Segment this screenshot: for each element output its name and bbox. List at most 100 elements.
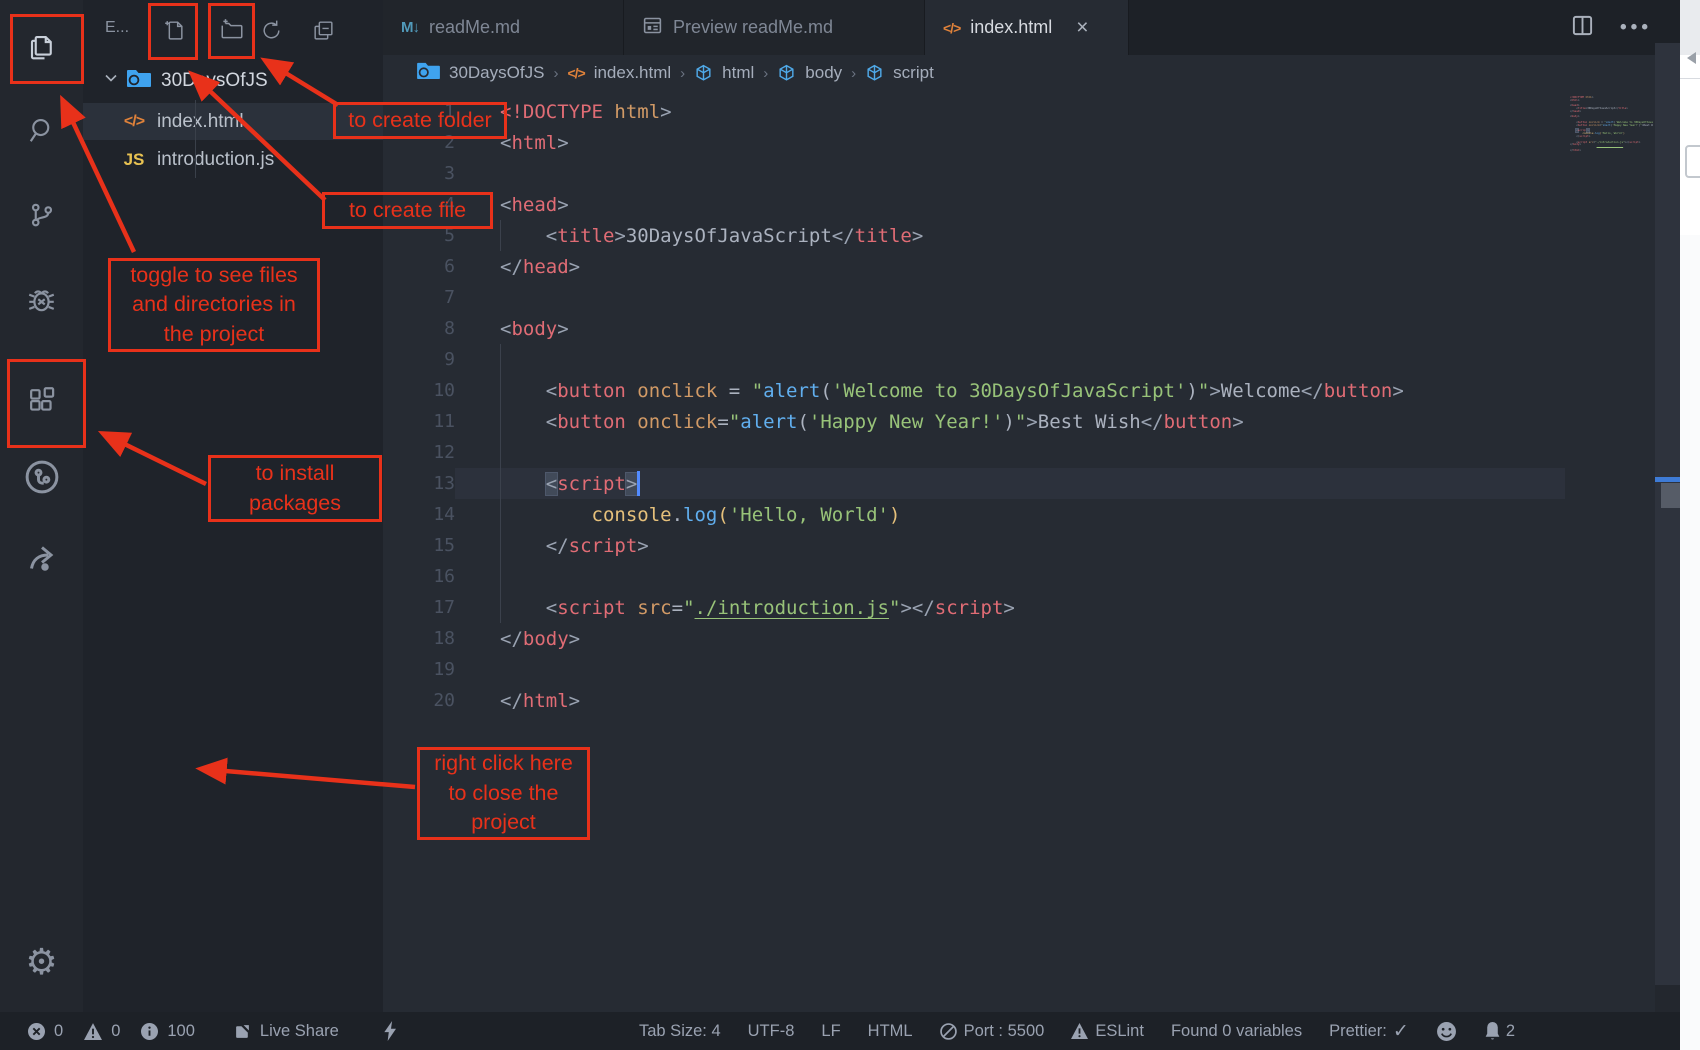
code-line-2[interactable]: 2<html> bbox=[383, 127, 1565, 158]
tab-size[interactable]: Tab Size: 4 bbox=[639, 1022, 721, 1041]
warning-count[interactable]: 0 bbox=[111, 1022, 120, 1041]
info-count[interactable]: 100 bbox=[167, 1022, 195, 1041]
code-editor[interactable]: 1<!DOCTYPE html>2<html>34<head>5 <title>… bbox=[383, 91, 1655, 1012]
line-content: <!DOCTYPE html> bbox=[455, 96, 1565, 127]
code-line-9[interactable]: 9 bbox=[383, 344, 1565, 375]
explorer-title: E... bbox=[105, 19, 129, 37]
line-content: </html> bbox=[1567, 149, 1653, 152]
tab-index-html[interactable]: </> index.html × bbox=[925, 0, 1129, 55]
background-window-divider bbox=[1680, 78, 1700, 79]
code-line-8[interactable]: 8<body> bbox=[383, 313, 1565, 344]
code-line-5[interactable]: 5 <title>30DaysOfJavaScript</title> bbox=[383, 220, 1565, 251]
line-content bbox=[455, 561, 1565, 592]
line-number: 17 bbox=[383, 597, 455, 618]
run-debug-icon[interactable] bbox=[0, 267, 83, 333]
code-line-13[interactable]: 13 <script> bbox=[383, 468, 1565, 499]
errors-icon[interactable] bbox=[28, 1023, 45, 1040]
tab-label: index.html bbox=[970, 17, 1052, 38]
more-actions-icon[interactable]: ••• bbox=[1620, 17, 1652, 39]
tree-root-folder[interactable]: 30DaysOfJS bbox=[83, 62, 383, 100]
code-line-7[interactable]: 7 bbox=[383, 282, 1565, 313]
prettier-status[interactable]: Prettier: ✓ bbox=[1329, 1020, 1409, 1043]
code-line-19[interactable]: 19 bbox=[383, 654, 1565, 685]
breadcrumb-body[interactable]: body bbox=[805, 63, 842, 83]
lightning-icon[interactable] bbox=[384, 1021, 398, 1041]
code-line-10[interactable]: 10 <button onclick = "alert('Welcome to … bbox=[383, 375, 1565, 406]
close-tab-icon[interactable]: × bbox=[1076, 16, 1088, 40]
annotation-close-project: right click here to close the project bbox=[417, 747, 590, 840]
code-line-4[interactable]: 4<head> bbox=[383, 189, 1565, 220]
variables-status[interactable]: Found 0 variables bbox=[1171, 1022, 1302, 1041]
line-content: <script> bbox=[455, 468, 1565, 499]
line-content bbox=[455, 437, 1565, 468]
breadcrumb-file[interactable]: index.html bbox=[594, 63, 671, 83]
search-icon[interactable] bbox=[0, 97, 83, 163]
info-icon[interactable] bbox=[141, 1023, 158, 1040]
line-number: 18 bbox=[383, 628, 455, 649]
line-number: 15 bbox=[383, 535, 455, 556]
symbol-cube-icon bbox=[865, 64, 884, 83]
vscode-window: ⚙ E... 30DaysOfJS bbox=[0, 0, 1700, 1050]
line-content bbox=[455, 158, 1565, 189]
annotation-highlight-new-file bbox=[148, 3, 198, 60]
warnings-icon[interactable] bbox=[84, 1023, 102, 1040]
scrollbar-track[interactable] bbox=[1655, 43, 1680, 985]
line-content bbox=[455, 282, 1565, 313]
line-number: 12 bbox=[383, 442, 455, 463]
share-icon[interactable] bbox=[0, 525, 83, 591]
line-number: 11 bbox=[383, 411, 455, 432]
line-number: 20 bbox=[383, 690, 455, 711]
live-share-status-icon[interactable] bbox=[234, 1023, 251, 1040]
source-control-icon[interactable] bbox=[0, 182, 83, 248]
background-window-body bbox=[1680, 235, 1700, 1050]
tab-preview-readme[interactable]: Preview readMe.md bbox=[624, 0, 925, 55]
breadcrumb-project[interactable]: 30DaysOfJS bbox=[449, 63, 544, 83]
check-icon: ✓ bbox=[1393, 1020, 1409, 1043]
folder-icon bbox=[127, 68, 151, 94]
scrollbar-cursor-marker bbox=[1655, 477, 1680, 482]
line-content: console.log('Hello, World') bbox=[455, 499, 1565, 530]
breadcrumb-separator: › bbox=[851, 65, 856, 82]
code-line-20[interactable]: </html> bbox=[1567, 149, 1653, 152]
breadcrumb-html[interactable]: html bbox=[722, 63, 754, 83]
settings-gear-icon[interactable]: ⚙ bbox=[0, 929, 83, 995]
code-line-15[interactable]: 15 </script> bbox=[383, 530, 1565, 561]
port-status[interactable]: Port : 5500 bbox=[940, 1022, 1045, 1041]
code-line-6[interactable]: 6</head> bbox=[383, 251, 1565, 282]
line-content: </body> bbox=[455, 623, 1565, 654]
feedback-smiley-icon[interactable] bbox=[1436, 1021, 1457, 1042]
code-line-11[interactable]: 11 <button onclick="alert('Happy New Yea… bbox=[383, 406, 1565, 437]
code-line-18[interactable]: 18</body> bbox=[383, 623, 1565, 654]
collapse-all-icon[interactable] bbox=[301, 8, 345, 52]
scrollbar-thumb[interactable] bbox=[1661, 483, 1680, 508]
eslint-status[interactable]: ESLint bbox=[1071, 1022, 1144, 1041]
live-share-icon[interactable] bbox=[0, 444, 83, 510]
code-line-12[interactable]: 12 bbox=[383, 437, 1565, 468]
breadcrumb: 30DaysOfJS › </> index.html › html › bod… bbox=[383, 55, 1655, 91]
code-lines: 1<!DOCTYPE html>2<html>34<head>5 <title>… bbox=[383, 96, 1565, 716]
live-share-label[interactable]: Live Share bbox=[260, 1022, 339, 1041]
symbol-cube-icon bbox=[694, 64, 713, 83]
notifications[interactable]: 2 bbox=[1484, 1022, 1515, 1041]
breadcrumb-script[interactable]: script bbox=[893, 63, 934, 83]
language-mode[interactable]: HTML bbox=[868, 1022, 913, 1041]
line-content bbox=[455, 344, 1565, 375]
split-editor-icon[interactable] bbox=[1571, 14, 1594, 42]
eol[interactable]: LF bbox=[821, 1022, 840, 1041]
code-line-20[interactable]: 20</html> bbox=[383, 685, 1565, 716]
minimap[interactable]: <!DOCTYPE html><html><head> <title>30Day… bbox=[1567, 96, 1653, 154]
tab-readme[interactable]: M↓ readMe.md bbox=[383, 0, 624, 55]
encoding[interactable]: UTF-8 bbox=[748, 1022, 795, 1041]
refresh-icon[interactable] bbox=[249, 8, 293, 52]
line-content: <body> bbox=[455, 313, 1565, 344]
eslint-label: ESLint bbox=[1095, 1022, 1144, 1041]
code-line-3[interactable]: 3 bbox=[383, 158, 1565, 189]
line-content: <html> bbox=[455, 127, 1565, 158]
code-line-14[interactable]: 14 console.log('Hello, World') bbox=[383, 499, 1565, 530]
code-line-1[interactable]: 1<!DOCTYPE html> bbox=[383, 96, 1565, 127]
folder-icon bbox=[417, 61, 440, 85]
code-line-17[interactable]: 17 <script src="./introduction.js"></scr… bbox=[383, 592, 1565, 623]
error-count[interactable]: 0 bbox=[54, 1022, 63, 1041]
code-line-16[interactable]: 16 bbox=[383, 561, 1565, 592]
tree-item-introduction-js[interactable]: JS introduction.js bbox=[83, 141, 383, 178]
